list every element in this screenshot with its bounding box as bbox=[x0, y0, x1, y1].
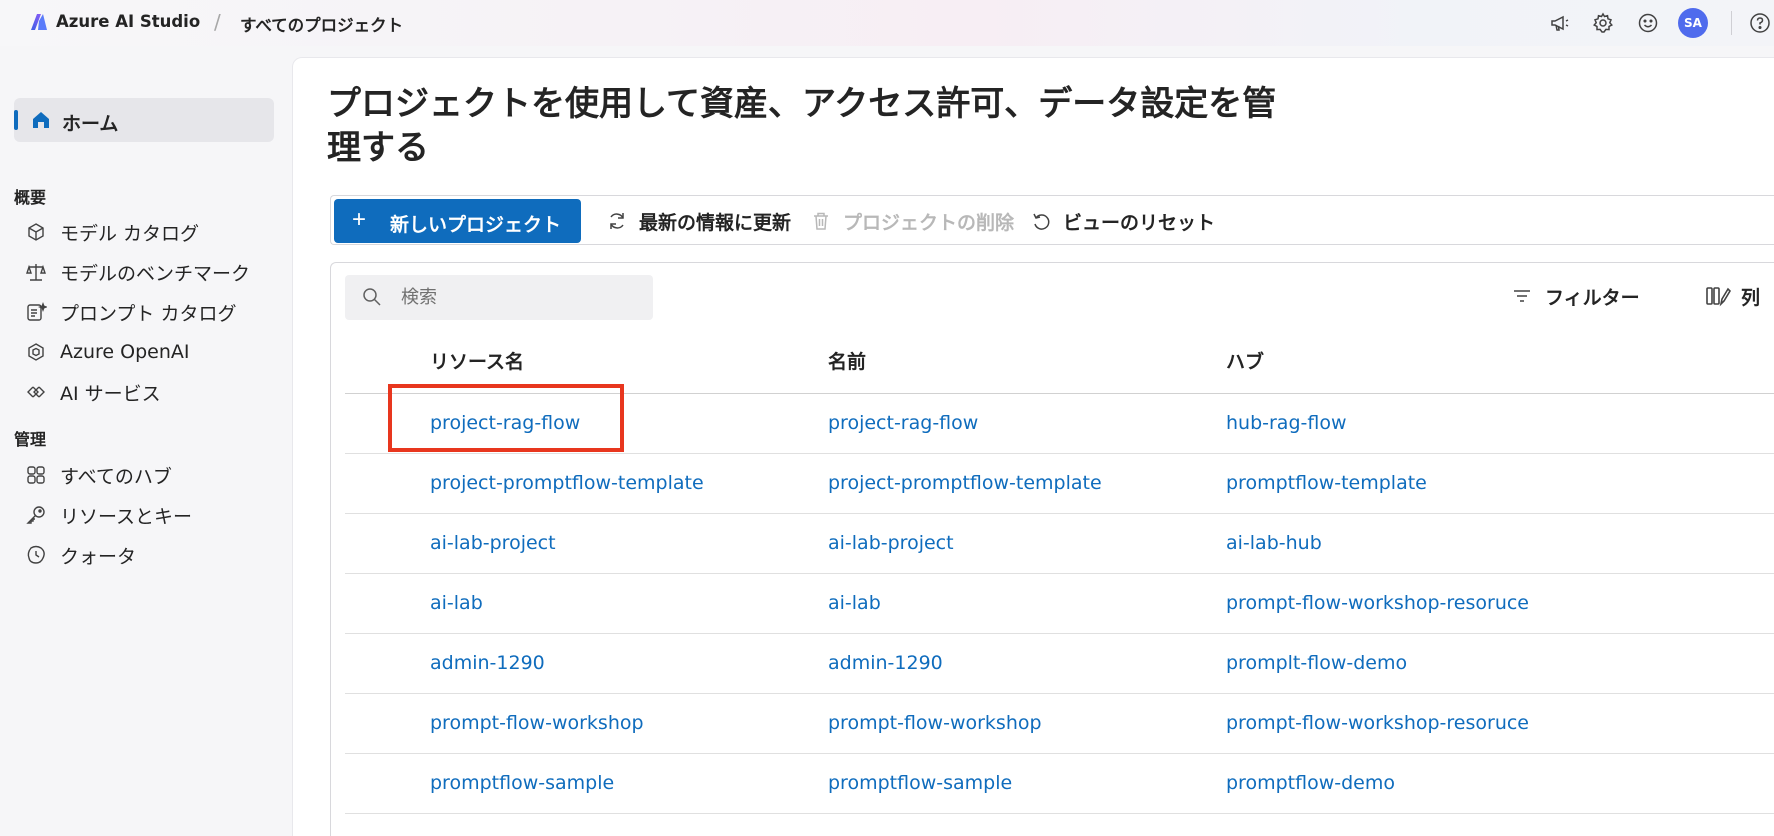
reset-view-label: ビューのリセット bbox=[1063, 211, 1216, 234]
top-bar-divider bbox=[1731, 11, 1732, 35]
delete-project-label: プロジェクトの削除 bbox=[843, 211, 1015, 234]
resource-name-link[interactable]: ai-lab bbox=[430, 592, 483, 614]
table-row[interactable]: project-promptflow-template project-prom… bbox=[345, 454, 1774, 514]
new-project-label: 新しいプロジェクト bbox=[390, 215, 562, 236]
project-name-link[interactable]: promptflow-sample bbox=[828, 772, 1012, 794]
refresh-icon bbox=[605, 209, 629, 233]
filter-icon bbox=[1514, 290, 1530, 302]
quota-icon bbox=[24, 543, 48, 567]
column-header-hub[interactable]: ハブ bbox=[1226, 347, 1264, 374]
sidebar-item-label: ホーム bbox=[62, 113, 119, 135]
refresh-button[interactable]: 最新の情報に更新 bbox=[605, 199, 791, 243]
hub-link[interactable]: ai-lab-hub bbox=[1226, 532, 1322, 554]
cube-icon bbox=[24, 220, 48, 244]
top-bar: Azure AI Studio / すべてのプロジェクト SA bbox=[0, 0, 1774, 46]
project-name-link[interactable]: ai-lab-project bbox=[828, 532, 954, 554]
prompt-icon bbox=[24, 300, 48, 324]
hub-link[interactable]: promplt-flow-demo bbox=[1226, 652, 1407, 674]
breadcrumb-separator: / bbox=[214, 10, 221, 34]
azure-ai-studio-logo-icon[interactable] bbox=[30, 13, 48, 31]
app-title[interactable]: Azure AI Studio bbox=[56, 12, 200, 31]
sidebar-item-label: モデル カタログ bbox=[60, 222, 200, 245]
trash-icon bbox=[809, 209, 833, 233]
home-icon bbox=[33, 112, 49, 128]
project-name-link[interactable]: ai-lab bbox=[828, 592, 881, 614]
help-icon[interactable] bbox=[1748, 11, 1772, 35]
user-avatar[interactable]: SA bbox=[1678, 8, 1708, 38]
table-row[interactable]: prompt-flow-workshop prompt-flow-worksho… bbox=[345, 694, 1774, 754]
key-icon bbox=[24, 503, 48, 527]
table-row[interactable]: ai-lab ai-lab prompt-flow-workshop-resor… bbox=[345, 574, 1774, 634]
sidebar-item-prompt-catalog[interactable]: プロンプト カタログ bbox=[24, 294, 274, 330]
scale-icon bbox=[24, 260, 48, 284]
sidebar-item-model-benchmarks[interactable]: モデルのベンチマーク bbox=[24, 254, 274, 290]
columns-label: 列 bbox=[1741, 286, 1761, 309]
resource-name-link[interactable]: project-rag-flow bbox=[430, 412, 580, 434]
sidebar-item-home[interactable]: ホーム bbox=[14, 98, 274, 142]
resource-name-link[interactable]: prompt-flow-workshop bbox=[430, 712, 644, 734]
project-name-link[interactable]: prompt-flow-workshop bbox=[828, 712, 1042, 734]
sidebar-item-ai-services[interactable]: AI サービス bbox=[24, 374, 274, 410]
hub-link[interactable]: prompt-flow-workshop-resoruce bbox=[1226, 712, 1529, 734]
sidebar-section-overview: 概要 bbox=[14, 188, 47, 207]
new-project-button[interactable]: + 新しいプロジェクト bbox=[334, 199, 581, 243]
command-toolbar: + 新しいプロジェクト 最新の情報に更新 プロジェクトの削除 ビューのリセット bbox=[330, 195, 1774, 245]
hub-link[interactable]: prompt-flow-workshop-resoruce bbox=[1226, 592, 1529, 614]
resource-name-link[interactable]: admin-1290 bbox=[430, 652, 545, 674]
sidebar-item-label: すべてのハブ bbox=[60, 465, 172, 488]
filter-label: フィルター bbox=[1545, 286, 1640, 309]
table-row[interactable]: project-rag-flow project-rag-flow hub-ra… bbox=[345, 394, 1774, 454]
table-row[interactable]: ai-lab-project ai-lab-project ai-lab-hub bbox=[345, 514, 1774, 574]
resource-name-link[interactable]: project-promptflow-template bbox=[430, 472, 704, 494]
page-title: プロジェクトを使用して資産、アクセス許可、データ設定を管理する bbox=[327, 84, 1277, 168]
sidebar-item-label: プロンプト カタログ bbox=[60, 302, 237, 325]
ai-services-icon bbox=[24, 380, 48, 404]
table-row[interactable]: promptflow-sample promptflow-sample prom… bbox=[345, 754, 1774, 814]
search-input[interactable] bbox=[401, 275, 641, 320]
hub-link[interactable]: promptflow-demo bbox=[1226, 772, 1395, 794]
resource-name-link[interactable]: promptflow-sample bbox=[430, 772, 614, 794]
openai-icon bbox=[24, 340, 48, 364]
sidebar-item-resources-and-keys[interactable]: リソースとキー bbox=[24, 497, 274, 533]
undo-icon bbox=[1029, 209, 1053, 233]
grid-icon bbox=[24, 463, 48, 487]
project-name-link[interactable]: project-promptflow-template bbox=[828, 472, 1102, 494]
sidebar-section-management: 管理 bbox=[14, 430, 47, 449]
column-header-resource-name[interactable]: リソース名 bbox=[430, 347, 524, 374]
sidebar-item-azure-openai[interactable]: Azure OpenAI bbox=[24, 334, 274, 370]
settings-gear-icon[interactable] bbox=[1591, 11, 1615, 35]
table-row[interactable]: admin-1290 admin-1290 promplt-flow-demo bbox=[345, 634, 1774, 694]
delete-project-button[interactable]: プロジェクトの削除 bbox=[809, 199, 1014, 243]
active-indicator bbox=[14, 110, 18, 130]
sidebar-item-model-catalog[interactable]: モデル カタログ bbox=[24, 214, 274, 250]
projects-grid-panel: フィルター 列 リソース名 名前 ハブ project-rag-flow pro… bbox=[330, 262, 1774, 836]
refresh-label: 最新の情報に更新 bbox=[639, 211, 792, 234]
sidebar-item-label: リソースとキー bbox=[60, 505, 193, 528]
feedback-smiley-icon[interactable] bbox=[1636, 11, 1660, 35]
columns-button[interactable]: 列 bbox=[1705, 278, 1760, 314]
hub-link[interactable]: hub-rag-flow bbox=[1226, 412, 1347, 434]
filter-button[interactable]: フィルター bbox=[1511, 278, 1640, 314]
sidebar-item-label: Azure OpenAI bbox=[60, 341, 190, 363]
search-icon bbox=[363, 288, 381, 306]
sidebar-item-label: クォータ bbox=[60, 545, 137, 568]
columns-edit-icon bbox=[1706, 287, 1731, 307]
resource-name-link[interactable]: ai-lab-project bbox=[430, 532, 556, 554]
sidebar-item-label: AI サービス bbox=[60, 382, 161, 405]
plus-icon: + bbox=[352, 206, 367, 233]
breadcrumb-current: すべてのプロジェクト bbox=[240, 16, 404, 35]
sidebar-item-all-hubs[interactable]: すべてのハブ bbox=[24, 457, 274, 493]
sidebar-item-quota[interactable]: クォータ bbox=[24, 537, 274, 573]
hub-link[interactable]: promptflow-template bbox=[1226, 472, 1427, 494]
sidebar-item-label: モデルのベンチマーク bbox=[60, 262, 251, 285]
announcement-icon[interactable] bbox=[1548, 11, 1572, 35]
reset-view-button[interactable]: ビューのリセット bbox=[1029, 199, 1215, 243]
project-name-link[interactable]: project-rag-flow bbox=[828, 412, 978, 434]
column-header-name[interactable]: 名前 bbox=[828, 347, 866, 374]
project-name-link[interactable]: admin-1290 bbox=[828, 652, 943, 674]
search-box bbox=[345, 275, 653, 320]
